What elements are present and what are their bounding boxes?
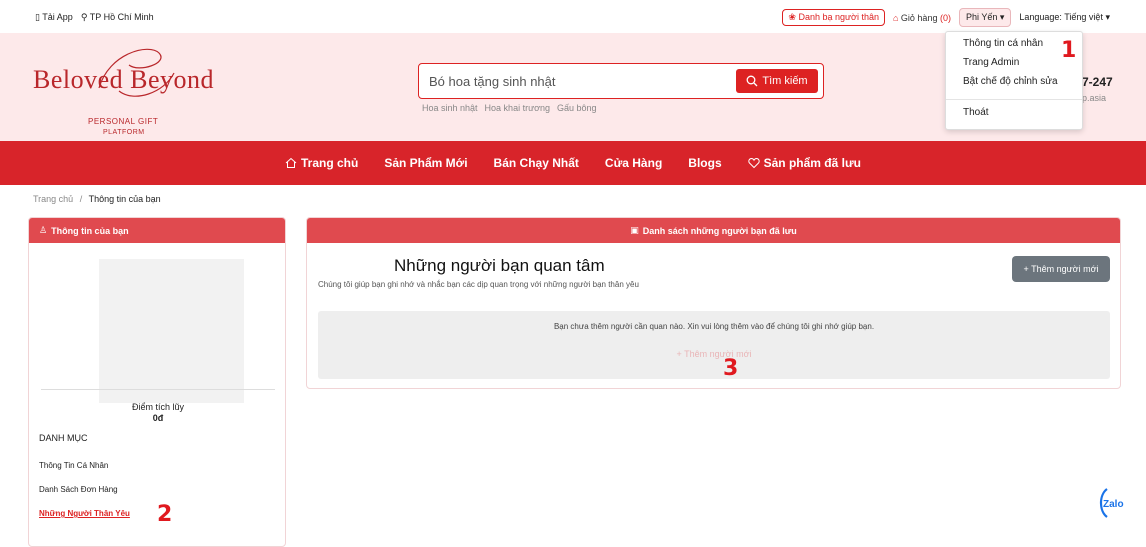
category-title: DANH MỤC (39, 433, 88, 443)
top-bar-left: ▯ Tải App ⚲ TP Hồ Chí Minh (35, 12, 154, 23)
search-bar: Tìm kiếm (418, 63, 824, 99)
dropdown-item-admin[interactable]: Trang Admin (963, 57, 1019, 68)
cart-link[interactable]: ⌂ Giỏ hàng (0) (893, 13, 951, 23)
divider (41, 389, 275, 390)
nav-item-stores[interactable]: Cửa Hàng (605, 156, 662, 170)
contacts-button[interactable]: ❀ Danh bạ người thân (782, 9, 885, 26)
nav-item-home[interactable]: Trang chủ (285, 156, 358, 170)
breadcrumb-current: Thông tin của bạn (88, 194, 161, 204)
dropdown-item-personal-info[interactable]: Thông tin cá nhân (963, 38, 1043, 49)
nav-item-blogs[interactable]: Blogs (688, 156, 721, 170)
section-title: Những người bạn quan tâm (394, 256, 605, 275)
home-icon (285, 157, 297, 168)
language-select[interactable]: Language: Tiếng việt ▾ (1019, 12, 1110, 23)
dropdown-divider (946, 99, 1082, 100)
hotline-number: 7-247 (1082, 75, 1113, 89)
gift-icon: ❀ (788, 12, 796, 22)
logo-tagline-1: PERSONAL GIFT (88, 117, 159, 126)
caret-down-icon: ▾ (999, 12, 1005, 22)
user-icon: ♙ (39, 225, 48, 235)
profile-panel-header: ♙ Thông tin của bạn (29, 218, 285, 243)
main-nav: Trang chủ Sản Phẩm Mới Bán Chạy Nhất Cửa… (0, 141, 1146, 185)
caret-down-icon: ▾ (1105, 12, 1110, 22)
top-bar-right: ❀ Danh bạ người thân ⌂ Giỏ hàng (0) Phi … (782, 8, 1110, 27)
annotation-3: 3 (723, 356, 739, 381)
profile-panel: ♙ Thông tin của bạn Điểm tích lũy 0đ DAN… (28, 217, 286, 547)
profile-menu: Thông Tin Cá Nhân Danh Sách Đơn Hàng Nhữ… (39, 461, 130, 533)
logo-tagline-2: PLATFORM (103, 129, 145, 136)
friends-panel: ▣ Danh sách những người bạn đã lưu Những… (306, 217, 1121, 389)
menu-item-orders[interactable]: Danh Sách Đơn Hàng (39, 485, 130, 509)
nav-item-new-products[interactable]: Sản Phẩm Mới (384, 156, 467, 170)
menu-item-personal-info[interactable]: Thông Tin Cá Nhân (39, 461, 130, 485)
hotline-domain: p.asia (1082, 93, 1107, 103)
empty-message: Bạn chưa thêm người cần quan nào. Xin vu… (553, 322, 875, 331)
phone-icon: ▯ (35, 12, 40, 22)
avatar[interactable] (99, 259, 244, 403)
svg-text:Zalo: Zalo (1103, 499, 1124, 510)
dropdown-item-logout[interactable]: Thoát (963, 107, 989, 118)
empty-state: Bạn chưa thêm người cần quan nào. Xin vu… (318, 311, 1110, 379)
search-button[interactable]: Tìm kiếm (736, 69, 818, 93)
nav-item-best-sellers[interactable]: Bán Chạy Nhất (494, 156, 579, 170)
add-person-button[interactable]: + Thêm người mới (1012, 256, 1110, 282)
location-pin-icon: ⚲ (80, 12, 88, 22)
menu-item-loved-ones[interactable]: Những Người Thân Yêu (39, 509, 130, 533)
nav-item-saved-products[interactable]: Sản phẩm đã lưu (747, 156, 861, 170)
add-person-link[interactable]: + Thêm người mới (318, 349, 1110, 359)
top-bar: ▯ Tải App ⚲ TP Hồ Chí Minh ❀ Danh bạ ngư… (0, 0, 1146, 33)
friends-panel-header: ▣ Danh sách những người bạn đã lưu (307, 218, 1120, 243)
suggestion-link[interactable]: Gấu bông (557, 103, 597, 113)
zalo-chat-icon[interactable]: Zalo (1097, 485, 1133, 521)
app-link[interactable]: ▯ Tải App (35, 12, 73, 23)
suggestion-link[interactable]: Hoa khai trương (485, 103, 550, 113)
calendar-icon: ▣ (630, 225, 639, 235)
search-input[interactable] (429, 72, 729, 90)
user-menu-button[interactable]: Phi Yến ▾ (958, 8, 1012, 27)
section-subtitle: Chúng tôi giúp bạn ghi nhớ và nhắc bạn c… (318, 280, 639, 289)
annotation-2: 2 (157, 502, 173, 527)
logo-brand: Beloved Beyond (33, 65, 215, 94)
cart-icon: ⌂ (892, 12, 899, 23)
points-value: 0đ (152, 413, 164, 423)
heart-icon (747, 157, 760, 169)
search-suggestions: Hoa sinh nhật Hoa khai trương Gấu bông (422, 103, 597, 113)
annotation-1: 1 (1061, 38, 1077, 63)
location-link[interactable]: ⚲ TP Hồ Chí Minh (81, 12, 154, 23)
breadcrumb: Trang chủ / Thông tin của bạn (33, 194, 161, 204)
suggestion-link[interactable]: Hoa sinh nhật (422, 103, 478, 113)
breadcrumb-home[interactable]: Trang chủ (33, 194, 73, 204)
logo[interactable]: Beloved Beyond PERSONAL GIFT PLATFORM (33, 43, 233, 136)
search-icon (746, 75, 758, 87)
dropdown-item-edit-mode[interactable]: Bật chế độ chỉnh sửa (963, 76, 1058, 87)
points-section: Điểm tích lũy 0đ (29, 402, 285, 423)
